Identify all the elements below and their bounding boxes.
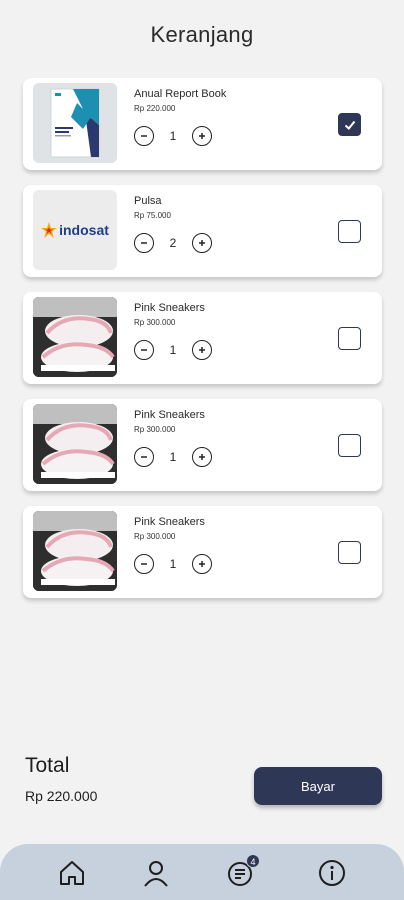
item-checkbox[interactable] (338, 220, 361, 243)
product-image (33, 83, 117, 163)
product-name: Pink Sneakers (134, 409, 205, 421)
minus-icon (141, 242, 147, 244)
indosat-logo-text: indosat (59, 222, 109, 238)
minus-icon (141, 456, 147, 458)
plus-icon (199, 561, 205, 567)
increase-button[interactable] (192, 554, 212, 574)
item-checkbox[interactable] (338, 113, 361, 136)
quantity-stepper: 2 (134, 233, 212, 253)
pay-button[interactable]: Bayar (254, 767, 382, 805)
cart-item: Pink Sneakers Rp 300.000 1 (23, 399, 382, 491)
decrease-button[interactable] (134, 233, 154, 253)
quantity-stepper: 1 (134, 554, 212, 574)
product-price: Rp 300.000 (134, 532, 176, 541)
quantity-value: 2 (169, 236, 177, 250)
notification-badge: 4 (246, 854, 260, 868)
product-name: Pink Sneakers (134, 516, 205, 528)
quantity-value: 1 (169, 557, 177, 571)
decrease-button[interactable] (134, 554, 154, 574)
product-price: Rp 300.000 (134, 425, 176, 434)
product-image (33, 511, 117, 591)
item-checkbox[interactable] (338, 434, 361, 457)
quantity-value: 1 (169, 343, 177, 357)
decrease-button[interactable] (134, 447, 154, 467)
profile-icon[interactable] (141, 858, 171, 888)
cart-item: Pink Sneakers Rp 300.000 1 (23, 292, 382, 384)
product-price: Rp 220.000 (134, 104, 176, 113)
check-icon (344, 120, 355, 130)
quantity-stepper: 1 (134, 447, 212, 467)
increase-button[interactable] (192, 233, 212, 253)
increase-button[interactable] (192, 447, 212, 467)
total-label: Total (25, 754, 70, 777)
plus-icon (199, 454, 205, 460)
cart-list: Anual Report Book Rp 220.000 1 indosat P… (23, 78, 382, 613)
product-price: Rp 75.000 (134, 211, 171, 220)
decrease-button[interactable] (134, 126, 154, 146)
product-image (33, 297, 117, 377)
product-name: Anual Report Book (134, 88, 227, 100)
bottom-nav: 4 (0, 844, 404, 900)
page-title: Keranjang (150, 22, 254, 47)
product-name: Pulsa (134, 195, 162, 207)
total-value: Rp 220.000 (25, 788, 98, 804)
decrease-button[interactable] (134, 340, 154, 360)
product-name: Pink Sneakers (134, 302, 205, 314)
home-icon[interactable] (57, 858, 87, 888)
cart-item: Pink Sneakers Rp 300.000 1 (23, 506, 382, 598)
quantity-value: 1 (169, 450, 177, 464)
minus-icon (141, 135, 147, 137)
plus-icon (199, 133, 205, 139)
info-icon[interactable] (317, 858, 347, 888)
minus-icon (141, 349, 147, 351)
indosat-star-icon (41, 222, 58, 238)
item-checkbox[interactable] (338, 541, 361, 564)
cart-item: Anual Report Book Rp 220.000 1 (23, 78, 382, 170)
product-price: Rp 300.000 (134, 318, 176, 327)
product-image (33, 404, 117, 484)
increase-button[interactable] (192, 126, 212, 146)
increase-button[interactable] (192, 340, 212, 360)
quantity-value: 1 (169, 129, 177, 143)
plus-icon (199, 240, 205, 246)
product-image: indosat (33, 190, 117, 270)
minus-icon (141, 563, 147, 565)
quantity-stepper: 1 (134, 126, 226, 146)
item-checkbox[interactable] (338, 327, 361, 350)
plus-icon (199, 347, 205, 353)
orders-icon[interactable]: 4 (226, 854, 260, 888)
cart-item: indosat Pulsa Rp 75.000 2 (23, 185, 382, 277)
quantity-stepper: 1 (134, 340, 212, 360)
